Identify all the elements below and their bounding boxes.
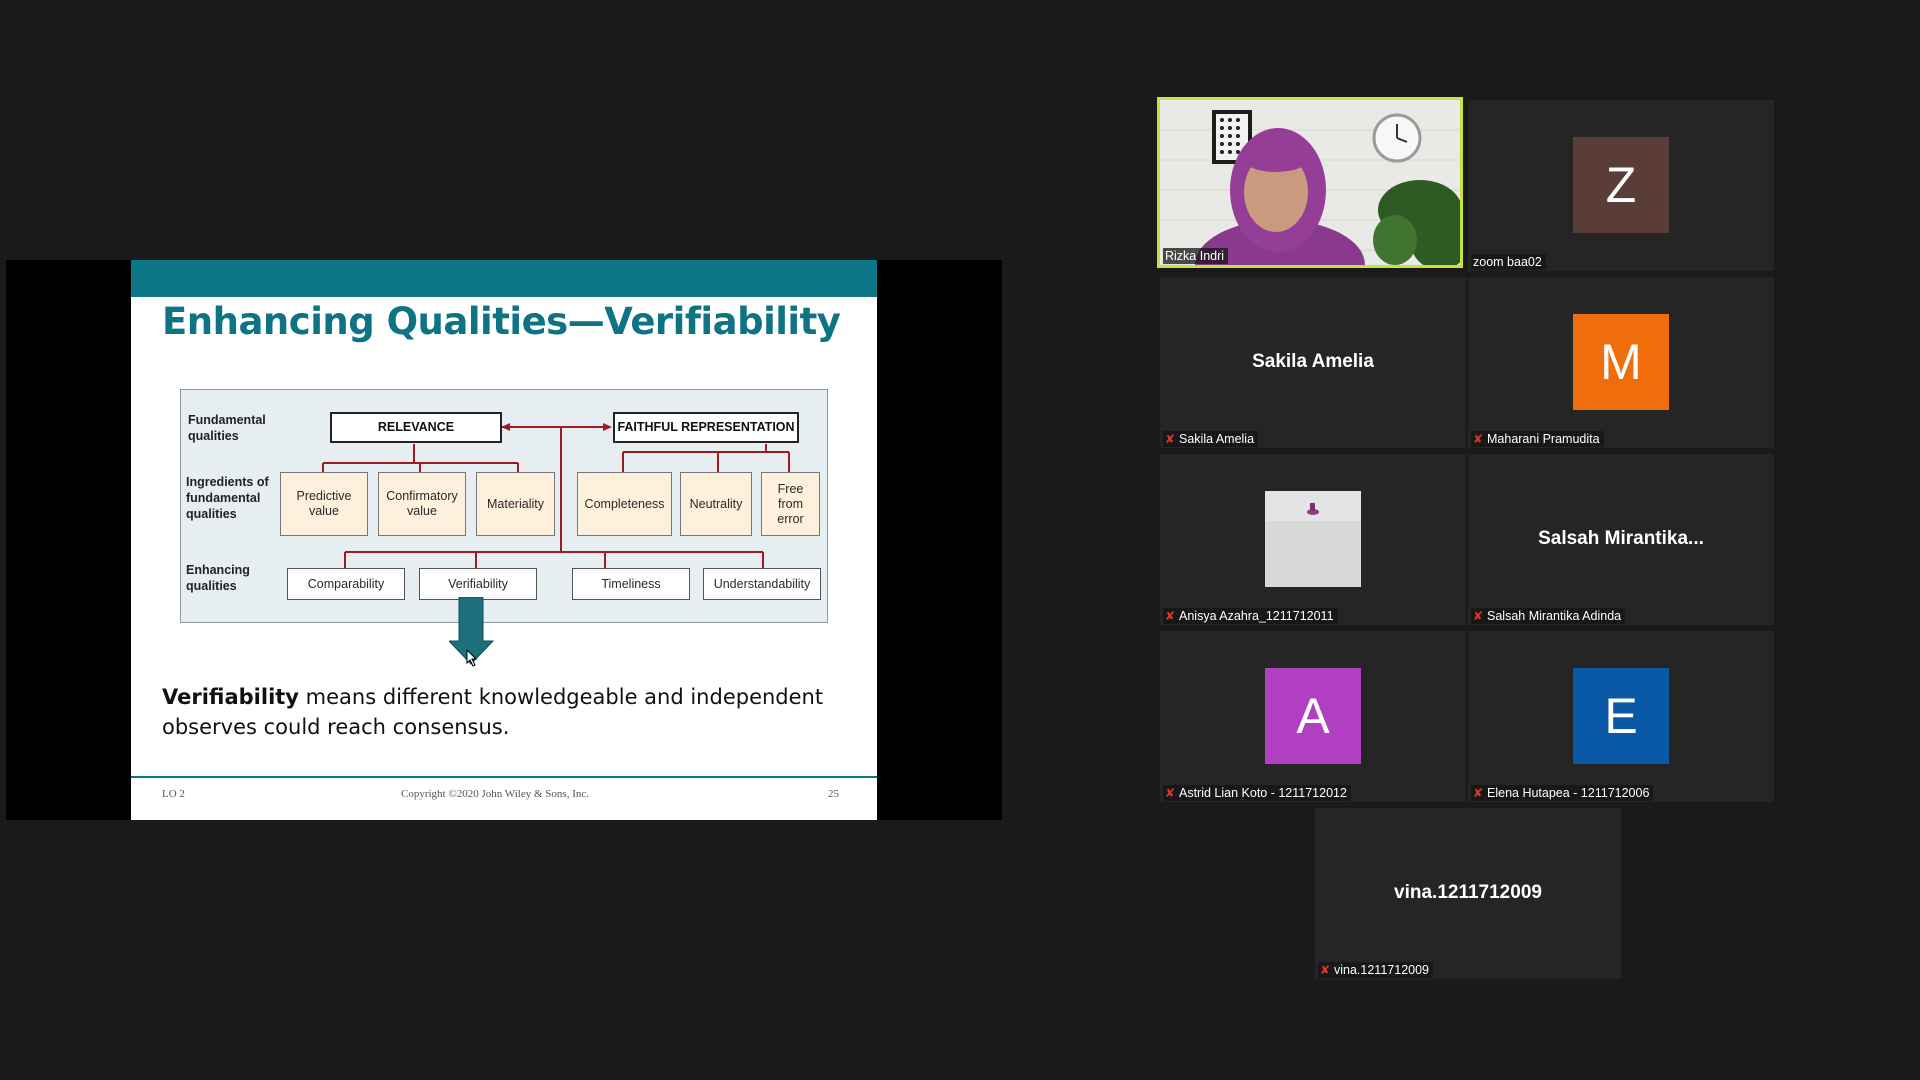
- participant-tile-vina[interactable]: vina.1211712009 ✘ vina.1211712009: [1315, 808, 1621, 979]
- participant-name: Sakila Amelia: [1179, 432, 1255, 446]
- slide-title: Enhancing Qualities—Verifiability: [162, 300, 841, 343]
- mic-muted-icon: ✘: [1320, 963, 1331, 977]
- participant-name-label: Rizka Indri: [1163, 248, 1229, 264]
- participant-display-name: Salsah Mirantika...: [1538, 528, 1704, 549]
- profile-photo: [1265, 491, 1361, 587]
- row-label-fundamental: Fundamental qualities: [188, 413, 266, 443]
- verifiability-box: Verifiability: [419, 568, 537, 600]
- row-label-enhancing: Enhancing qualities: [186, 563, 250, 593]
- participant-name-label: zoom baa02: [1471, 254, 1546, 270]
- mic-muted-icon: ✘: [1473, 786, 1484, 800]
- avatar: A: [1265, 668, 1361, 764]
- participant-name: Salsah Mirantika Adinda: [1487, 609, 1622, 623]
- participant-tile-maharani-pramudita[interactable]: M ✘ Maharani Pramudita: [1468, 277, 1774, 448]
- confirmatory-value-box: Confirmatory value: [378, 472, 466, 536]
- neutrality-box: Neutrality: [680, 472, 752, 536]
- predictive-value-box: Predictive value: [280, 472, 368, 536]
- relevance-box: RELEVANCE: [330, 412, 502, 443]
- participant-name: Maharani Pramudita: [1487, 432, 1600, 446]
- participant-tile-rizka-indri[interactable]: Rizka Indri: [1157, 97, 1463, 268]
- footer-lo: LO 2: [162, 788, 185, 800]
- participant-tile-elena-hutapea[interactable]: E ✘ Elena Hutapea - 1211712006: [1468, 631, 1774, 802]
- mouse-pointer-icon: [466, 649, 478, 667]
- faithful-representation-box: FAITHFUL REPRESENTATION: [613, 412, 799, 443]
- timeliness-box: Timeliness: [572, 568, 690, 600]
- mic-muted-icon: ✘: [1473, 432, 1484, 446]
- understandability-box: Understandability: [703, 568, 821, 600]
- materiality-box: Materiality: [476, 472, 555, 536]
- participant-name-label: ✘ Salsah Mirantika Adinda: [1471, 608, 1626, 624]
- participant-tile-anisya-azahra[interactable]: ✘ Anisya Azahra_1211712011: [1160, 454, 1466, 625]
- participant-name-label: ✘ Astrid Lian Koto - 1211712012: [1163, 785, 1351, 801]
- mic-muted-icon: ✘: [1473, 609, 1484, 623]
- participant-name-label: ✘ Anisya Azahra_1211712011: [1163, 608, 1338, 624]
- participant-tile-astrid-lian-koto[interactable]: A ✘ Astrid Lian Koto - 1211712012: [1160, 631, 1466, 802]
- participant-display-name: vina.1211712009: [1394, 882, 1542, 903]
- footer-copyright: Copyright ©2020 John Wiley & Sons, Inc.: [401, 788, 589, 800]
- footer-page-number: 25: [828, 788, 839, 800]
- participant-name: Astrid Lian Koto - 1211712012: [1179, 786, 1347, 800]
- participant-video: [1160, 100, 1460, 265]
- participant-tile-zoom-baa02[interactable]: Z zoom baa02: [1468, 100, 1774, 271]
- participant-name-label: ✘ Maharani Pramudita: [1471, 431, 1604, 447]
- avatar: M: [1573, 314, 1669, 410]
- mic-muted-icon: ✘: [1165, 432, 1176, 446]
- comparability-box: Comparability: [287, 568, 405, 600]
- completeness-box: Completeness: [577, 472, 672, 536]
- participant-name: Anisya Azahra_1211712011: [1179, 609, 1334, 623]
- slide-header-bar: [131, 260, 877, 297]
- shared-screen[interactable]: Enhancing Qualities—Verifiability Fundam…: [6, 260, 1002, 820]
- participant-name: vina.1211712009: [1334, 963, 1429, 977]
- free-from-error-box: Free from error: [761, 472, 820, 536]
- participant-name: Elena Hutapea - 1211712006: [1487, 786, 1650, 800]
- row-label-ingredients: Ingredients of fundamental qualities: [186, 475, 269, 521]
- qualities-diagram: Fundamental qualities Ingredients of fun…: [180, 389, 828, 623]
- participant-display-name: Sakila Amelia: [1252, 351, 1374, 372]
- presentation-slide: Enhancing Qualities—Verifiability Fundam…: [131, 260, 877, 820]
- avatar: Z: [1573, 137, 1669, 233]
- body-bold-term: Verifiability: [162, 685, 299, 709]
- avatar: E: [1573, 668, 1669, 764]
- mic-muted-icon: ✘: [1165, 609, 1176, 623]
- participant-name-label: ✘ vina.1211712009: [1318, 962, 1433, 978]
- participant-name-label: ✘ Sakila Amelia: [1163, 431, 1259, 447]
- footer-divider: [131, 776, 877, 778]
- participant-name-label: ✘ Elena Hutapea - 1211712006: [1471, 785, 1654, 801]
- slide-body-text: Verifiability means different knowledgea…: [162, 682, 842, 742]
- mic-muted-icon: ✘: [1165, 786, 1176, 800]
- participant-tile-salsah-mirantika[interactable]: Salsah Mirantika... ✘ Salsah Mirantika Ad…: [1468, 454, 1774, 625]
- participant-tile-sakila-amelia[interactable]: Sakila Amelia ✘ Sakila Amelia: [1160, 277, 1466, 448]
